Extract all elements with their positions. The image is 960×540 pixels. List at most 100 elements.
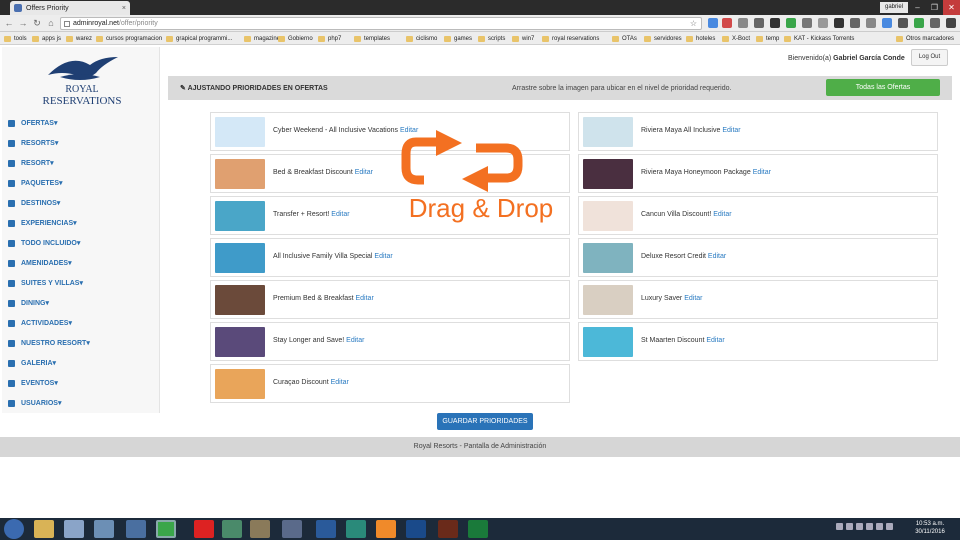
offer-card[interactable]: Luxury Saver Editar <box>578 280 938 319</box>
app-icon[interactable] <box>94 520 114 538</box>
offer-thumbnail[interactable] <box>215 243 265 273</box>
back-button[interactable]: ← <box>3 17 15 29</box>
extension-icon[interactable] <box>850 18 860 28</box>
sidebar-item-paquetes[interactable]: PAQUETES ▾ <box>8 177 63 189</box>
bookmark-star-icon[interactable]: ☆ <box>690 18 697 29</box>
maximize-button[interactable]: ❐ <box>926 0 943 15</box>
opera-icon[interactable] <box>194 520 214 538</box>
offer-thumbnail[interactable] <box>583 117 633 147</box>
illustrator-icon[interactable] <box>438 520 458 538</box>
edit-link[interactable]: Editar <box>722 127 740 134</box>
reload-button[interactable]: ↻ <box>31 17 43 29</box>
bookmark-item[interactable]: php7 <box>318 34 341 43</box>
sidebar-item-dining[interactable]: DINING ▾ <box>8 297 49 309</box>
extension-icon[interactable] <box>738 18 748 28</box>
logout-button[interactable]: Log Out <box>911 49 948 66</box>
sidebar-item-suites-y-villas[interactable]: SUITES Y VILLAS ▾ <box>8 277 83 289</box>
sidebar-item-galeria[interactable]: GALERIA ▾ <box>8 357 56 369</box>
bookmark-item[interactable]: X-Boct <box>722 34 750 43</box>
sidebar-item-eventos[interactable]: EVENTOS ▾ <box>8 377 58 389</box>
home-button[interactable]: ⌂ <box>45 17 57 29</box>
offer-card[interactable]: Premium Bed & Breakfast Editar <box>210 280 570 319</box>
bookmark-item[interactable]: OTAs <box>612 34 637 43</box>
offer-card[interactable]: Riviera Maya Honeymoon Package Editar <box>578 154 938 193</box>
extension-icon[interactable] <box>818 18 828 28</box>
bookmark-item[interactable]: grapical programmi... <box>166 34 232 43</box>
offer-thumbnail[interactable] <box>215 159 265 189</box>
extension-icon[interactable] <box>708 18 718 28</box>
edit-link[interactable]: Editar <box>355 169 373 176</box>
bookmark-item[interactable]: win7 <box>512 34 534 43</box>
offer-thumbnail[interactable] <box>215 285 265 315</box>
extension-icon[interactable] <box>866 18 876 28</box>
app-icon[interactable] <box>346 520 366 538</box>
bookmark-item[interactable]: warez <box>66 34 92 43</box>
offer-thumbnail[interactable] <box>583 159 633 189</box>
edit-link[interactable]: Editar <box>346 337 364 344</box>
offer-card[interactable]: Riviera Maya All Inclusive Editar <box>578 112 938 151</box>
notes-icon[interactable] <box>64 520 84 538</box>
app-icon[interactable] <box>126 520 146 538</box>
offer-card[interactable]: Curaçao Discount Editar <box>210 364 570 403</box>
vlc-icon[interactable] <box>376 520 396 538</box>
offer-card[interactable]: Deluxe Resort Credit Editar <box>578 238 938 277</box>
edit-link[interactable]: Editar <box>708 253 726 260</box>
tab-close-icon[interactable]: × <box>122 5 126 12</box>
sidebar-item-nuestro-resort[interactable]: NUESTRO RESORT ▾ <box>8 337 90 349</box>
window-user-badge[interactable]: gabriel <box>880 2 908 13</box>
taskbar-clock[interactable]: 10:53 a.m. 30/11/2016 <box>910 520 950 536</box>
offer-thumbnail[interactable] <box>583 327 633 357</box>
offer-thumbnail[interactable] <box>215 369 265 399</box>
extension-icon[interactable] <box>898 18 908 28</box>
extension-icon[interactable] <box>754 18 764 28</box>
bookmark-item[interactable]: scripts <box>478 34 505 43</box>
extension-icon[interactable] <box>786 18 796 28</box>
edit-link[interactable]: Editar <box>374 253 392 260</box>
app-icon[interactable] <box>250 520 270 538</box>
extension-icon[interactable] <box>770 18 780 28</box>
save-priorities-button[interactable]: GUARDAR PRIORIDADES <box>437 413 533 430</box>
browser-tab[interactable]: Offers Priority × <box>10 1 130 15</box>
excel-icon[interactable] <box>468 520 488 538</box>
window-close-button[interactable]: ✕ <box>943 0 960 15</box>
bookmark-item[interactable]: templates <box>354 34 390 43</box>
system-tray[interactable] <box>836 523 906 535</box>
extension-icon[interactable] <box>834 18 844 28</box>
bookmark-item[interactable]: apps js <box>32 34 61 43</box>
bookmark-item[interactable]: royal reservations <box>542 34 599 43</box>
chrome-icon[interactable] <box>156 520 176 538</box>
bookmark-item[interactable]: Gobierno <box>278 34 313 43</box>
offer-card[interactable]: Stay Longer and Save! Editar <box>210 322 570 361</box>
offer-thumbnail[interactable] <box>215 117 265 147</box>
minimize-button[interactable]: – <box>909 0 926 15</box>
edit-link[interactable]: Editar <box>355 295 373 302</box>
edit-link[interactable]: Editar <box>713 211 731 218</box>
edit-link[interactable]: Editar <box>706 337 724 344</box>
edit-link[interactable]: Editar <box>684 295 702 302</box>
sidebar-item-ofertas[interactable]: OFERTAS ▾ <box>8 117 57 129</box>
extension-icon[interactable] <box>914 18 924 28</box>
menu-icon[interactable] <box>946 18 956 28</box>
bookmark-item[interactable]: servidores <box>644 34 682 43</box>
extension-icon[interactable] <box>802 18 812 28</box>
app-icon[interactable] <box>282 520 302 538</box>
address-bar[interactable]: adminroyal.net/offer/priority ☆ <box>60 17 702 30</box>
bookmark-item[interactable]: KAT - Kickass Torrents <box>784 34 854 43</box>
sidebar-item-amenidades[interactable]: AMENIDADES ▾ <box>8 257 72 269</box>
offer-card[interactable]: Cancun Villa Discount! Editar <box>578 196 938 235</box>
bookmark-item[interactable]: Otros marcadores <box>896 34 954 43</box>
sidebar-item-resort[interactable]: RESORT ▾ <box>8 157 54 169</box>
edit-link[interactable]: Editar <box>753 169 771 176</box>
sidebar-item-todo-incluido[interactable]: TODO INCLUIDO ▾ <box>8 237 80 249</box>
app-icon[interactable] <box>316 520 336 538</box>
edit-link[interactable]: Editar <box>331 379 349 386</box>
page-info-icon[interactable] <box>64 21 70 27</box>
bookmark-item[interactable]: ciclismo <box>406 34 437 43</box>
bookmark-item[interactable]: hoteles <box>686 34 715 43</box>
file-explorer-icon[interactable] <box>34 520 54 538</box>
sidebar-item-destinos[interactable]: DESTINOS ▾ <box>8 197 60 209</box>
edit-link[interactable]: Editar <box>331 211 349 218</box>
sidebar-item-usuarios[interactable]: USUARIOS ▾ <box>8 397 61 409</box>
offer-card[interactable]: St Maarten Discount Editar <box>578 322 938 361</box>
sidebar-item-actividades[interactable]: ACTIVIDADES ▾ <box>8 317 72 329</box>
